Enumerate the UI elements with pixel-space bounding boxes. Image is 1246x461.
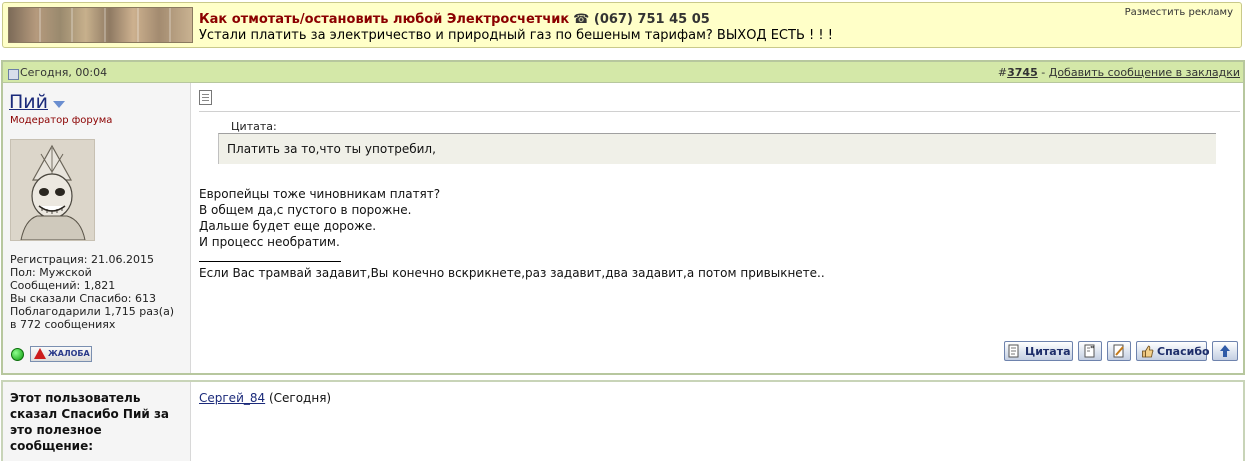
place-ad-link[interactable]: Разместить рекламу (1125, 7, 1233, 18)
arrow-up-icon (1220, 345, 1230, 357)
ad-text: Устали платить за электричество и природ… (199, 28, 833, 43)
thanks-label: Этот пользователь сказал Спасибо Пий за … (10, 391, 170, 453)
quick-reply-button[interactable] (1107, 341, 1131, 361)
ad-banknotes-image[interactable] (8, 7, 193, 43)
quote-label: Цитата: (231, 120, 277, 133)
user-title: Модератор форума (10, 115, 113, 126)
signature-divider (199, 261, 341, 262)
message-line: В общем да,с пустого в порожне. (199, 203, 412, 217)
thanks-button[interactable]: Спасибо (1136, 341, 1210, 361)
user-messages: Сообщений: 1,821 (10, 279, 116, 292)
user-sidebar: Пий Модератор форума Регистрация: 21.06.… (3, 83, 191, 373)
report-button[interactable]: ЖАЛОБА (30, 346, 92, 362)
thumbs-up-hand-icon (1142, 345, 1154, 358)
message-line: Дальше будет еще дороже. (199, 219, 377, 233)
user-registration: Регистрация: 21.06.2015 (10, 253, 154, 266)
ad-phone: ☎ (067) 751 45 05 (573, 12, 710, 27)
svg-text:": " (1090, 345, 1094, 354)
user-gender: Пол: Мужской (10, 266, 92, 279)
warning-icon (34, 348, 46, 359)
post-header: Сегодня, 00:04 #3745 - Добавить сообщени… (3, 62, 1243, 83)
username-link[interactable]: Пий (9, 91, 48, 113)
bookmark-link[interactable]: Добавить сообщение в закладки (1049, 66, 1240, 79)
post-content: Цитата: Платить за то,что ты употребил, … (191, 83, 1243, 373)
signature: Если Вас трамвай задавит,Вы конечно вскр… (199, 266, 825, 280)
thanks-box: Этот пользователь сказал Спасибо Пий за … (1, 380, 1245, 461)
post-number-link[interactable]: 3745 (1007, 66, 1038, 79)
quote-box: Платить за то,что ты употребил, (218, 133, 1216, 164)
post-date: Сегодня, 00:04 (20, 66, 108, 79)
post-date-icon (8, 69, 19, 80)
scroll-top-button[interactable] (1212, 341, 1238, 361)
message-line: И процесс необратим. (199, 235, 340, 249)
quote-icon (1008, 344, 1019, 358)
user-stats: Регистрация: 21.06.2015 Пол: Мужской Соо… (10, 253, 174, 331)
quote-button[interactable]: Цитата (1004, 341, 1073, 361)
online-status-icon (11, 348, 24, 361)
user-thanked-by: Поблагодарили 1,715 раз(а) (10, 305, 175, 318)
user-thanked: Вы сказали Спасибо: 613 (10, 292, 156, 305)
message-body: Европейцы тоже чиновникам платят? В обще… (199, 186, 440, 250)
user-menu-arrow-icon[interactable] (53, 101, 65, 108)
post-document-icon (199, 90, 212, 105)
avatar (10, 139, 95, 241)
message-line: Европейцы тоже чиновникам платят? (199, 187, 441, 201)
post-number-bar: #3745 - Добавить сообщение в закладки (997, 66, 1240, 79)
thanks-when: (Сегодня) (268, 391, 332, 405)
thanks-sidebar: Этот пользователь сказал Спасибо Пий за … (3, 382, 191, 461)
forum-post: Сегодня, 00:04 #3745 - Добавить сообщени… (1, 60, 1245, 375)
thanks-users: Сергей_84 (Сегодня) (199, 391, 331, 405)
thanks-user-link[interactable]: Сергей_84 (199, 391, 265, 405)
post-action-buttons: Цитата " Спасибо (1004, 341, 1240, 361)
avatar-image (11, 140, 94, 240)
edit-pencil-icon (1113, 344, 1124, 358)
user-thanked-in: в 772 сообщениях (10, 318, 116, 331)
multi-quote-button[interactable]: " (1078, 341, 1102, 361)
ad-title[interactable]: Как отмотать/остановить любой Электросче… (199, 12, 710, 27)
multi-quote-icon: " (1084, 344, 1095, 358)
ad-banner: Как отмотать/остановить любой Электросче… (2, 2, 1242, 48)
post-divider (199, 111, 1240, 112)
